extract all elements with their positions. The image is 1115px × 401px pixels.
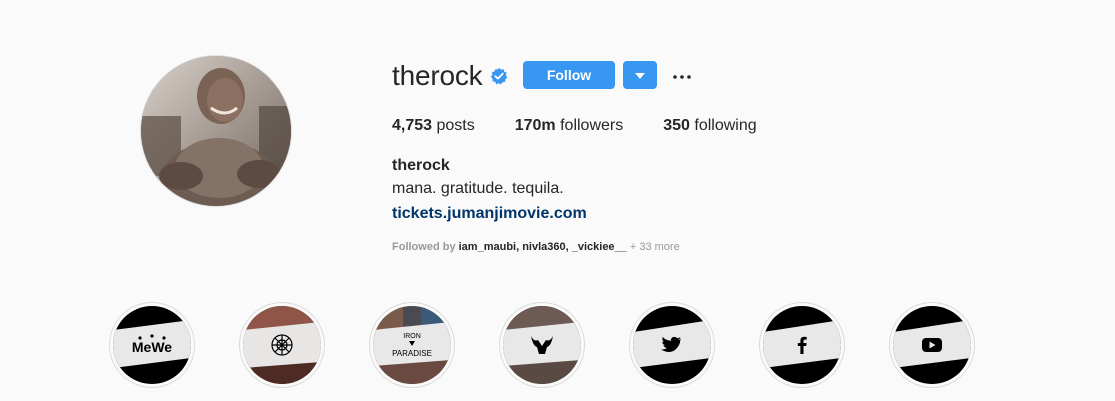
profile-stats: 4,753 posts 170m followers 350 following xyxy=(392,116,797,136)
posts-count: 4,753 xyxy=(392,117,433,134)
followers-stat[interactable]: 170m followers xyxy=(515,116,624,136)
followed-by-names: iam_maubi, nivla360, _vickiee__ xyxy=(458,241,627,253)
caret-down-icon xyxy=(635,66,645,84)
following-label: following xyxy=(689,117,757,134)
highlight-twitter[interactable] xyxy=(629,302,715,388)
followed-by-prefix: Followed by xyxy=(392,241,459,253)
mewe-logo-icon: MeWe xyxy=(132,339,172,355)
ornament-logo-icon xyxy=(271,334,293,356)
profile-header: therock xyxy=(392,60,508,92)
following-count: 350 xyxy=(663,117,690,134)
more-options-button[interactable] xyxy=(670,61,694,89)
follow-button[interactable]: Follow xyxy=(523,61,615,89)
highlight-mewe[interactable]: MeWe xyxy=(109,302,195,388)
highlight-ornament[interactable] xyxy=(239,302,325,388)
verified-badge-icon xyxy=(490,67,508,85)
followed-by-more: + 33 more xyxy=(626,241,680,253)
profile-full-name: therock xyxy=(392,157,450,174)
followers-count: 170m xyxy=(514,117,556,134)
youtube-icon xyxy=(922,338,942,352)
highlight-youtube[interactable] xyxy=(889,302,975,388)
profile-avatar[interactable] xyxy=(140,55,292,207)
profile-username: therock xyxy=(392,60,483,91)
posts-stat: 4,753 posts xyxy=(392,116,475,136)
followed-by-text[interactable]: Followed by iam_maubi, nivla360, _vickie… xyxy=(392,240,680,254)
svg-text:IRON: IRON xyxy=(403,333,421,340)
profile-bio: mana. gratitude. tequila. xyxy=(392,180,564,197)
more-options-icon xyxy=(673,66,691,84)
highlight-facebook[interactable] xyxy=(759,302,845,388)
suggestions-dropdown-button[interactable] xyxy=(623,61,657,89)
following-stat[interactable]: 350 following xyxy=(663,116,756,136)
svg-text:PARADISE: PARADISE xyxy=(392,349,432,358)
profile-website-link[interactable]: tickets.jumanjimovie.com xyxy=(392,204,587,224)
highlight-iron-paradise[interactable]: IRON PARADISE xyxy=(369,302,455,388)
posts-label: posts xyxy=(432,117,475,134)
followers-label: followers xyxy=(555,117,624,134)
highlight-bull[interactable] xyxy=(499,302,585,388)
